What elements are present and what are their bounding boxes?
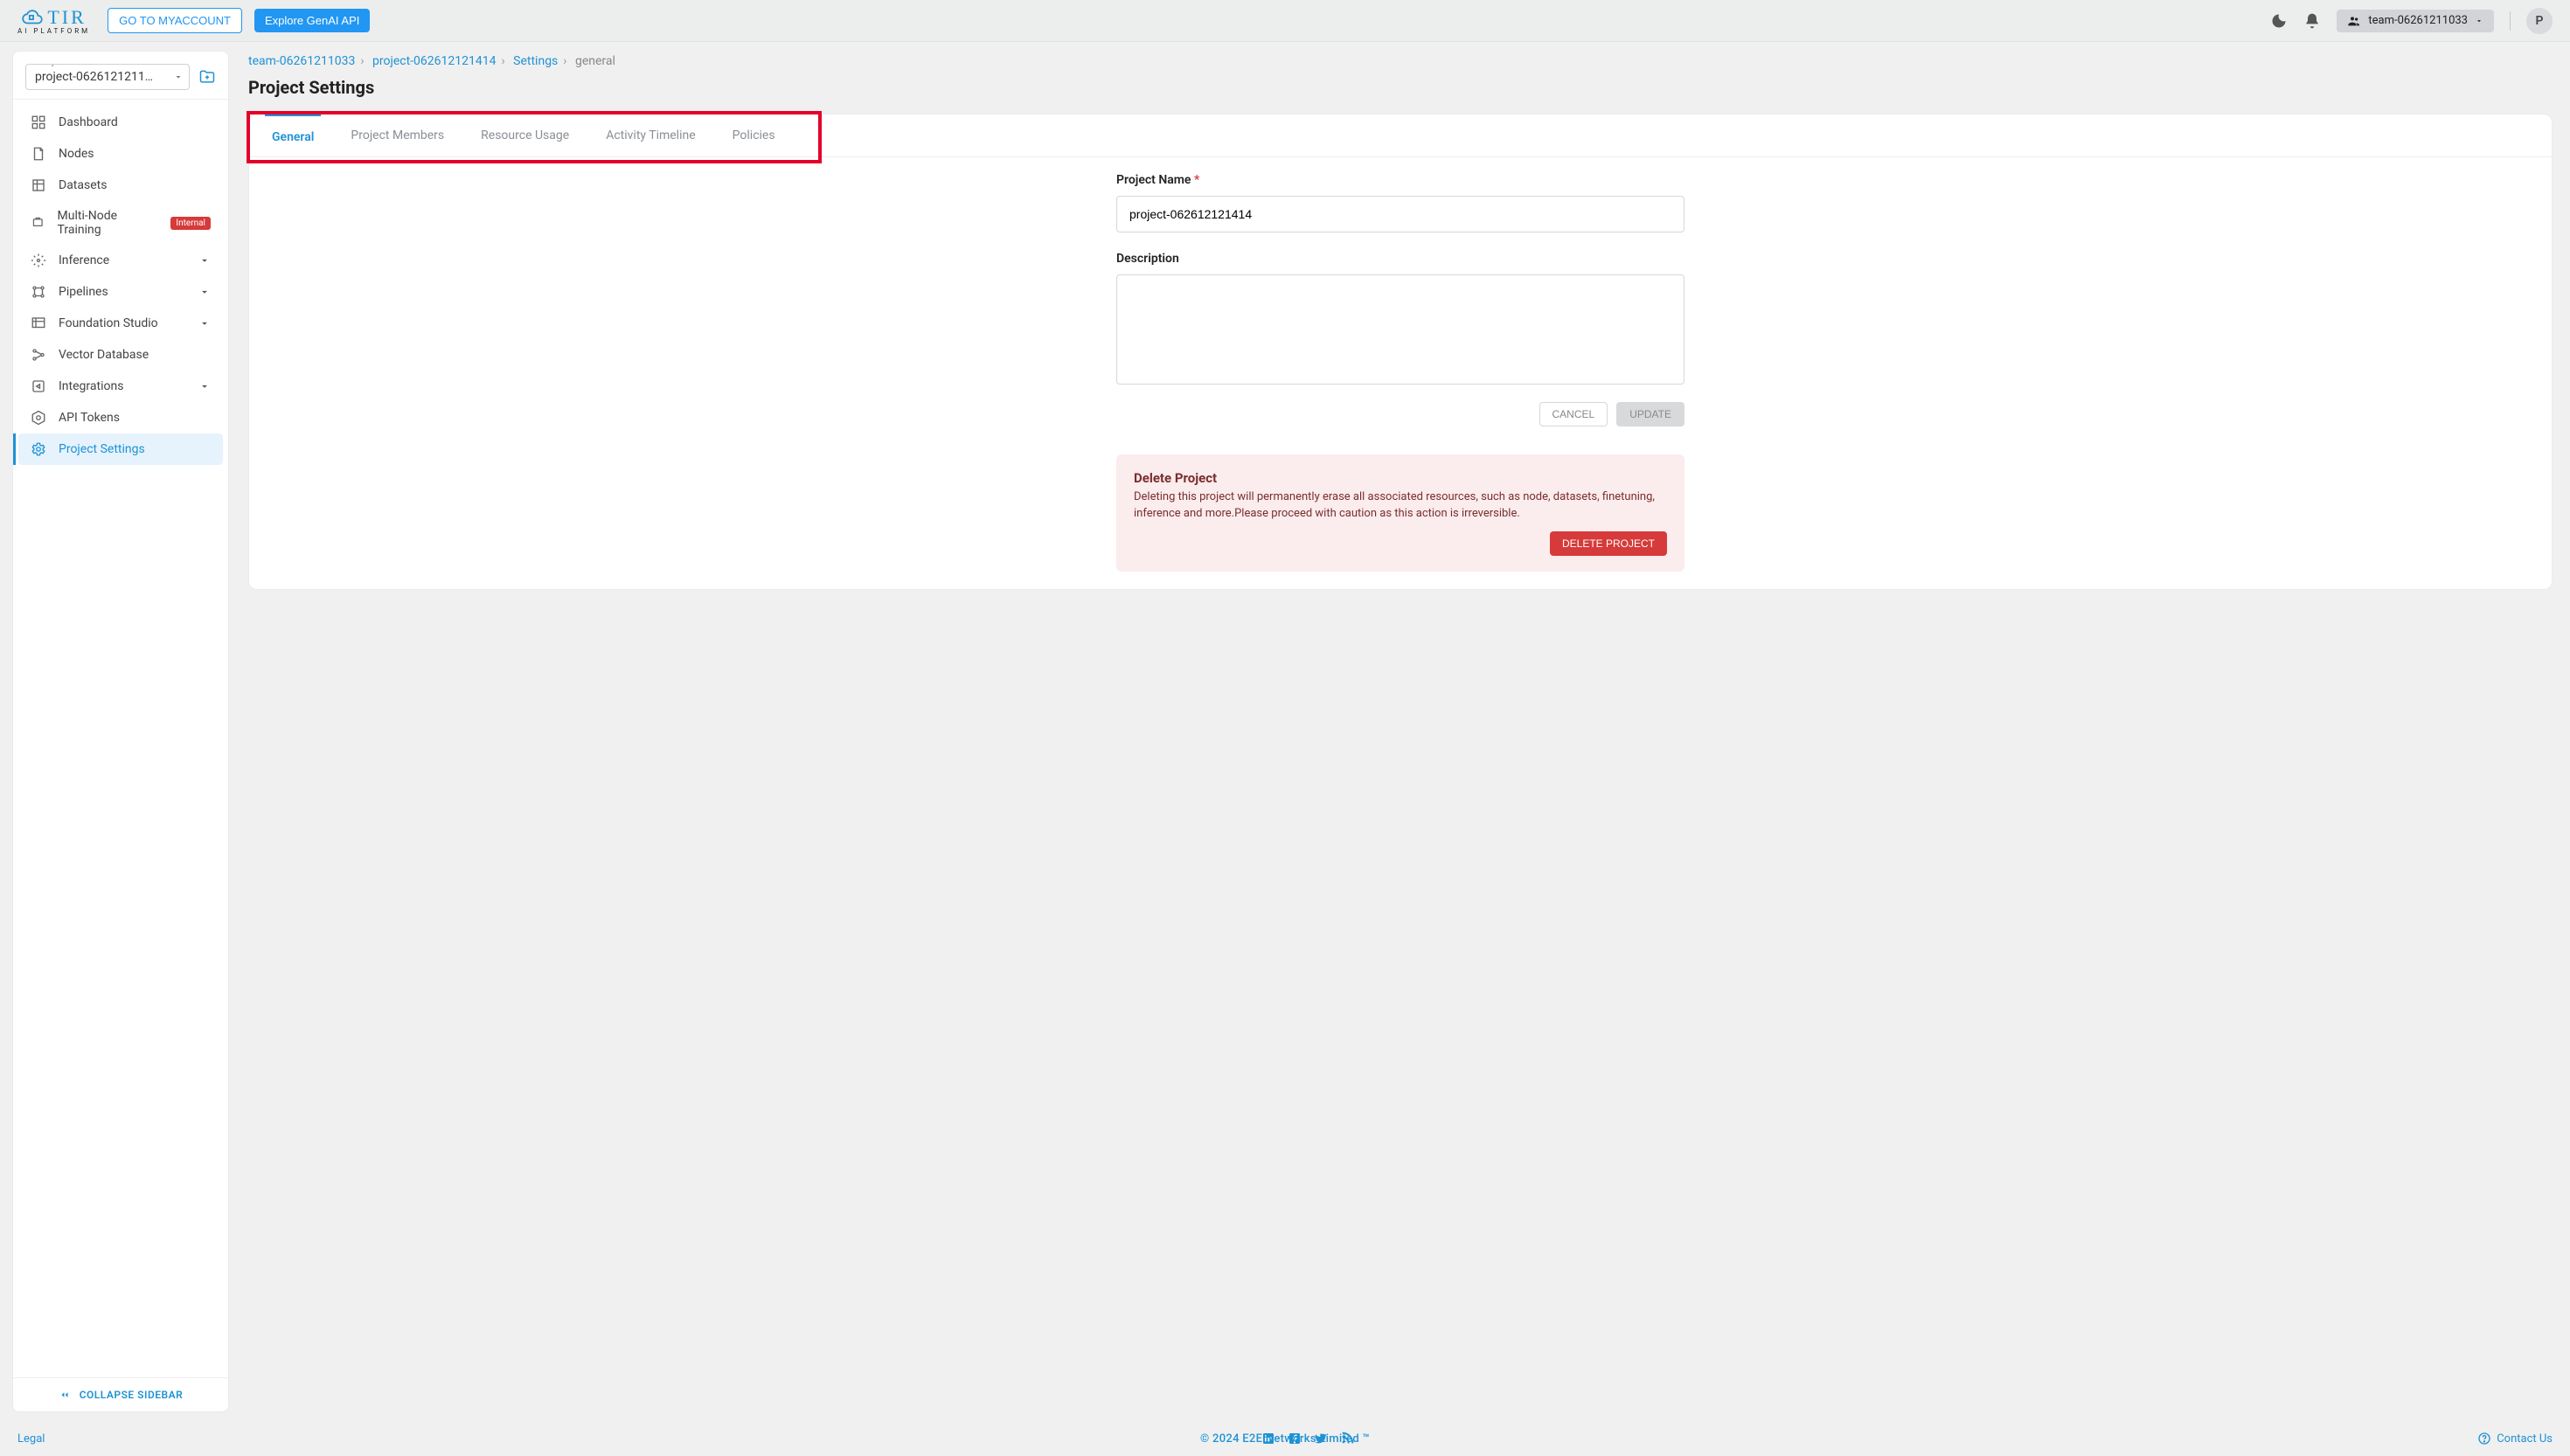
copyright: © 2024 E2E Networks Limited ™ [1200,1432,1370,1446]
help-icon [2477,1432,2491,1446]
team-switcher[interactable]: team-06261211033 [2337,10,2494,32]
sidebar-item-foundation-studio[interactable]: Foundation Studio [18,308,223,339]
caret-down-icon [2475,17,2483,25]
sidebar: Project project-0626121211… Dashboard No… [12,51,229,1412]
tabbar: General Project Members Resource Usage A… [249,114,2552,157]
footer: Legal © 2024 E2E Networks Limited ™ Cont… [0,1421,2570,1456]
crumb-project[interactable]: project-062612121414 [372,54,496,68]
danger-body: Deleting this project will permanently e… [1134,489,1667,523]
sidebar-item-label: Project Settings [59,442,145,456]
crumb-current: general [575,54,615,68]
topbar: TIR AI PLATFORM GO TO MYACCOUNT Explore … [0,0,2570,42]
project-select-value: project-0626121211… [35,70,153,84]
project-select[interactable]: Project project-0626121211… [25,64,190,90]
sidebar-item-project-settings[interactable]: Project Settings [18,433,223,465]
vector-db-icon [31,347,46,363]
danger-zone: Delete Project Deleting this project wil… [1116,454,1684,572]
sidebar-item-vector-database[interactable]: Vector Database [18,339,223,371]
sidebar-item-datasets[interactable]: Datasets [18,170,223,201]
cloud-icon [21,6,44,29]
pipelines-icon [31,284,46,300]
internal-badge: Internal [170,217,211,230]
nodes-icon [31,146,46,162]
collapse-sidebar-button[interactable]: COLLAPSE SIDEBAR [13,1377,228,1411]
chevron-down-icon [198,254,211,267]
sidebar-item-label: Datasets [59,178,107,192]
project-name-input[interactable] [1116,196,1684,232]
description-label: Description [1116,252,1684,266]
update-button[interactable]: UPDATE [1616,402,1684,426]
tab-policies[interactable]: Policies [726,114,782,156]
sidebar-item-label: Multi-Node Training [58,209,156,237]
brand-subtitle: AI PLATFORM [17,27,90,35]
sidebar-item-multi-node-training[interactable]: Multi-Node Training Internal [18,201,223,245]
brand: TIR AI PLATFORM [17,6,90,35]
double-chevron-left-icon [59,1389,71,1401]
sidebar-item-label: Pipelines [59,285,108,299]
chevron-down-icon [198,317,211,329]
danger-title: Delete Project [1134,470,1667,486]
caret-down-icon [173,72,184,82]
tab-resource-usage[interactable]: Resource Usage [474,114,576,156]
chevron-down-icon [198,286,211,298]
settings-card: General Project Members Resource Usage A… [248,114,2553,590]
avatar[interactable]: P [2526,8,2553,34]
foundation-icon [31,315,46,331]
breadcrumb: team-06261211033› project-062612121414› … [248,54,2553,68]
notifications-icon[interactable] [2303,12,2321,30]
collapse-sidebar-label: COLLAPSE SIDEBAR [80,1389,184,1401]
sidebar-item-nodes[interactable]: Nodes [18,138,223,170]
project-select-label: Project [35,64,70,67]
dashboard-icon [31,114,46,130]
nav: Dashboard Nodes Datasets Multi-Node Trai… [13,100,228,1377]
integrations-icon [31,378,46,394]
new-project-icon[interactable] [198,68,216,86]
datasets-icon [31,177,46,193]
main: team-06261211033› project-062612121414› … [229,42,2570,1421]
cancel-button[interactable]: CANCEL [1539,402,1608,426]
sidebar-item-dashboard[interactable]: Dashboard [18,107,223,138]
sidebar-item-label: Inference [59,253,109,267]
crumb-settings[interactable]: Settings [513,54,558,68]
legal-link[interactable]: Legal [17,1432,45,1446]
project-name-label: Project Name * [1116,173,1684,187]
explore-genai-button[interactable]: Explore GenAI API [254,9,370,32]
brand-name: TIR [47,6,86,29]
sidebar-item-pipelines[interactable]: Pipelines [18,276,223,308]
crumb-team[interactable]: team-06261211033 [248,54,355,68]
sidebar-item-label: Foundation Studio [59,316,158,330]
sidebar-item-label: Vector Database [59,348,149,362]
sidebar-item-integrations[interactable]: Integrations [18,371,223,402]
theme-toggle-icon[interactable] [2270,12,2288,30]
page-title: Project Settings [248,77,2553,98]
go-to-myaccount-button[interactable]: GO TO MYACCOUNT [108,8,242,33]
tab-activity-timeline[interactable]: Activity Timeline [599,114,702,156]
training-icon [31,215,45,231]
sidebar-item-api-tokens[interactable]: API Tokens [18,402,223,433]
team-name: team-06261211033 [2368,14,2468,27]
description-input[interactable] [1116,274,1684,385]
settings-icon [31,441,46,457]
tab-general[interactable]: General [265,114,321,156]
sidebar-item-label: API Tokens [59,411,120,425]
project-switcher: Project project-0626121211… [13,52,228,100]
sidebar-item-label: Dashboard [59,115,118,129]
divider [2510,11,2511,31]
delete-project-button[interactable]: DELETE PROJECT [1550,531,1667,556]
sidebar-item-label: Integrations [59,379,123,393]
tab-project-members[interactable]: Project Members [344,114,451,156]
sidebar-item-inference[interactable]: Inference [18,245,223,276]
inference-icon [31,253,46,268]
sidebar-item-label: Nodes [59,147,94,161]
chevron-down-icon [198,380,211,392]
api-tokens-icon [31,410,46,426]
contact-us-link[interactable]: Contact Us [2477,1432,2553,1446]
people-icon [2347,14,2361,28]
